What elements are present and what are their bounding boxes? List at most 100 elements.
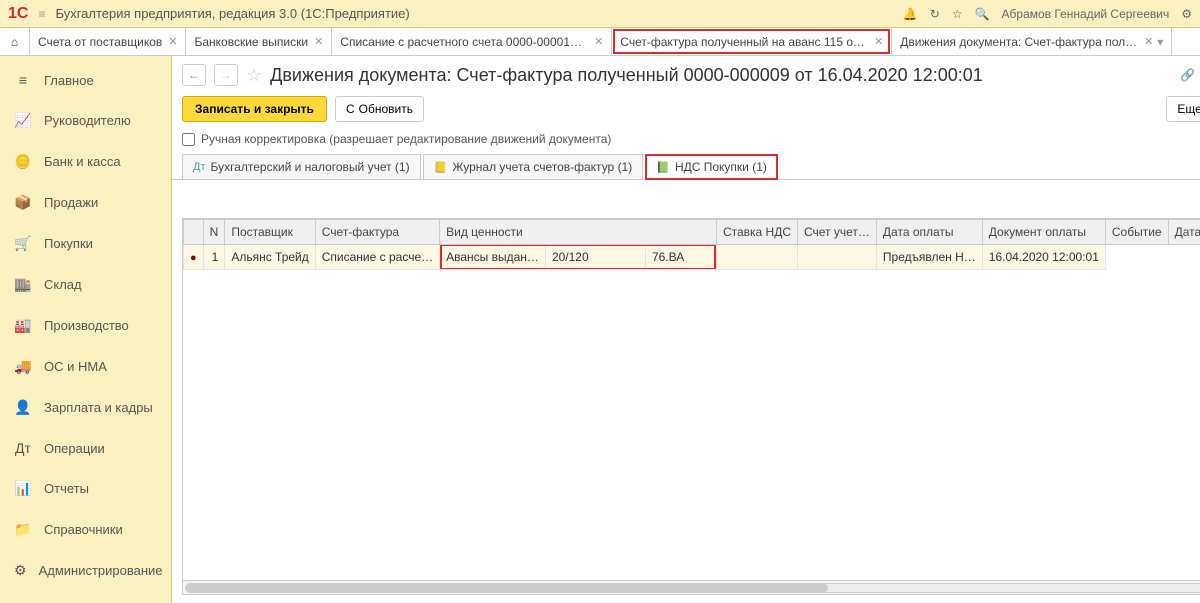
sidebar-item-references[interactable]: 📁 Справочники	[0, 509, 171, 550]
tab-2[interactable]: Списание с расчетного счета 0000-000014 …	[332, 28, 612, 55]
sidebar-item-label: Руководителю	[44, 113, 131, 128]
back-button[interactable]: ←	[182, 64, 206, 86]
col-pay-doc[interactable]: Документ оплаты	[982, 220, 1105, 245]
tab-label: Счет-фактура полученный на аванс 115 от …	[620, 35, 868, 49]
sidebar-item-admin[interactable]: ⚙ Администрирование	[0, 550, 171, 591]
col-marker[interactable]	[184, 220, 204, 245]
cell-n: 1	[203, 245, 225, 270]
sidebar-item-label: ОС и НМА	[44, 359, 107, 374]
menu-icon: ≡	[14, 72, 32, 88]
dot-icon: ●	[190, 252, 197, 264]
settings-icon[interactable]: ⚙	[1181, 7, 1192, 21]
close-icon[interactable]: ✕	[874, 35, 883, 48]
col-event-date[interactable]: Дата события	[1168, 220, 1200, 245]
sidebar-item-label: Операции	[44, 441, 105, 456]
close-icon[interactable]: ✕	[168, 35, 177, 48]
sidebar-item-label: Банк и касса	[44, 154, 121, 169]
row-marker: ●	[184, 245, 204, 270]
inner-tab-vat-purchases[interactable]: 📗 НДС Покупки (1)	[645, 154, 778, 180]
inner-tab-label: НДС Покупки (1)	[675, 160, 767, 174]
tab-more-icon[interactable]: ▾	[1157, 35, 1163, 49]
box-icon: 📦	[14, 194, 32, 211]
folder-icon: 📁	[14, 521, 32, 538]
warehouse-icon: 🏬	[14, 276, 32, 293]
forward-button[interactable]: →	[214, 64, 238, 86]
cart-icon: 🛒	[14, 235, 32, 252]
table-row[interactable]: ● 1 Альянс Трейд Списание с расче… Аванс…	[184, 245, 1200, 270]
sidebar-item-operations[interactable]: ДтОперации	[0, 428, 171, 468]
horizontal-scrollbar[interactable]	[183, 580, 1200, 594]
close-icon[interactable]: ✕	[594, 35, 603, 48]
col-pay-date[interactable]: Дата оплаты	[876, 220, 982, 245]
star-icon[interactable]: ☆	[246, 65, 262, 86]
sidebar-item-assets[interactable]: 🚚 ОС и НМА	[0, 346, 171, 387]
sidebar-item-main[interactable]: ≡ Главное	[0, 60, 171, 100]
journal-icon: 📒	[434, 161, 448, 174]
dt-icon: Дт	[193, 161, 206, 173]
truck-icon: 🚚	[14, 358, 32, 375]
col-supplier[interactable]: Поставщик	[225, 220, 315, 245]
data-table: N Поставщик Счет-фактура Вид ценности Ст…	[182, 218, 1200, 595]
tab-3[interactable]: Счет-фактура полученный на аванс 115 от …	[612, 28, 892, 55]
sidebar-item-reports[interactable]: 📊 Отчеты	[0, 468, 171, 509]
col-vat-rate[interactable]: Ставка НДС	[716, 220, 797, 245]
sidebar-item-production[interactable]: 🏭Производство	[0, 305, 171, 346]
user-name[interactable]: Абрамов Геннадий Сергеевич	[1002, 7, 1170, 21]
sidebar-item-hr[interactable]: 👤 Зарплата и кадры	[0, 387, 171, 428]
link-icon[interactable]: 🔗	[1176, 64, 1200, 86]
bell-icon[interactable]: 🔔	[903, 7, 918, 21]
col-account[interactable]: Счет учет…	[798, 220, 877, 245]
sidebar-item-label: Отчеты	[44, 481, 89, 496]
col-event[interactable]: Событие	[1105, 220, 1168, 245]
sidebar-item-label: Справочники	[44, 522, 123, 537]
manual-correction-checkbox[interactable]	[182, 133, 195, 146]
sidebar-item-purchases[interactable]: 🛒Покупки	[0, 223, 171, 264]
sidebar-item-label: Склад	[44, 277, 82, 292]
cell-value-type: Авансы выдан…20/12076.ВА	[440, 245, 717, 270]
sidebar: ≡ Главное 📈Руководителю 🪙Банк и касса 📦 Пр…	[0, 56, 172, 603]
inner-tab-accounting[interactable]: ДтБухгалтерский и налоговый учет (1)	[182, 154, 421, 179]
book-icon: 📗	[656, 161, 670, 174]
search-icon[interactable]: 🔍	[975, 7, 990, 21]
cell-event: Предъявлен Н…	[876, 245, 982, 270]
close-icon[interactable]: ✕	[314, 35, 323, 48]
sidebar-item-label: Главное	[44, 73, 94, 88]
history-icon[interactable]: ↻	[930, 7, 940, 21]
sidebar-item-warehouse[interactable]: 🏬 Склад	[0, 264, 171, 305]
star-icon[interactable]: ☆	[952, 7, 963, 21]
refresh-button[interactable]: СОбновить	[335, 96, 424, 122]
page-title: Движения документа: Счет-фактура получен…	[270, 65, 1167, 86]
menu-icon[interactable]: ≡	[38, 7, 45, 21]
tab-1[interactable]: Банковские выписки ✕	[186, 28, 332, 55]
cell-supplier: Альянс Трейд	[225, 245, 315, 270]
sidebar-item-label: Производство	[44, 318, 129, 333]
tab-label: Банковские выписки	[194, 35, 308, 49]
tab-label: Списание с расчетного счета 0000-000014 …	[340, 35, 588, 49]
sidebar-item-manager[interactable]: 📈Руководителю	[0, 100, 171, 141]
tab-4[interactable]: Движения документа: Счет-фактура получен…	[892, 28, 1172, 55]
more-button[interactable]: Еще ▾	[1166, 96, 1200, 122]
person-icon: 👤	[14, 399, 32, 416]
tab-0[interactable]: Счета от поставщиков✕	[30, 28, 186, 55]
inner-tab-label: Журнал учета счетов-фактур (1)	[452, 160, 632, 174]
col-n[interactable]: N	[203, 220, 225, 245]
cell-pay-date	[716, 245, 797, 270]
save-close-button[interactable]: Записать и закрыть	[182, 96, 327, 122]
close-icon[interactable]: ✕	[1144, 35, 1153, 48]
inner-tab-journal[interactable]: 📒 Журнал учета счетов-фактур (1)	[423, 154, 644, 179]
gear-icon: ⚙	[14, 562, 27, 579]
sidebar-item-bank[interactable]: 🪙Банк и касса	[0, 141, 171, 182]
sidebar-item-label: Зарплата и кадры	[44, 400, 153, 415]
sidebar-item-label: Администрирование	[39, 563, 163, 578]
col-invoice[interactable]: Счет-фактура	[315, 220, 439, 245]
bars-icon: 📊	[14, 480, 32, 497]
cell-invoice: Списание с расче…	[315, 245, 439, 270]
sidebar-item-label: Продажи	[44, 195, 98, 210]
home-tab[interactable]: ⌂	[0, 28, 30, 55]
tab-label: Движения документа: Счет-фактура получен…	[900, 35, 1138, 49]
checkbox-label: Ручная корректировка (разрешает редактир…	[201, 132, 611, 146]
sidebar-item-sales[interactable]: 📦 Продажи	[0, 182, 171, 223]
more-label: Еще	[1177, 102, 1200, 116]
col-value-type[interactable]: Вид ценности	[440, 220, 717, 245]
cell-pay-doc	[798, 245, 877, 270]
